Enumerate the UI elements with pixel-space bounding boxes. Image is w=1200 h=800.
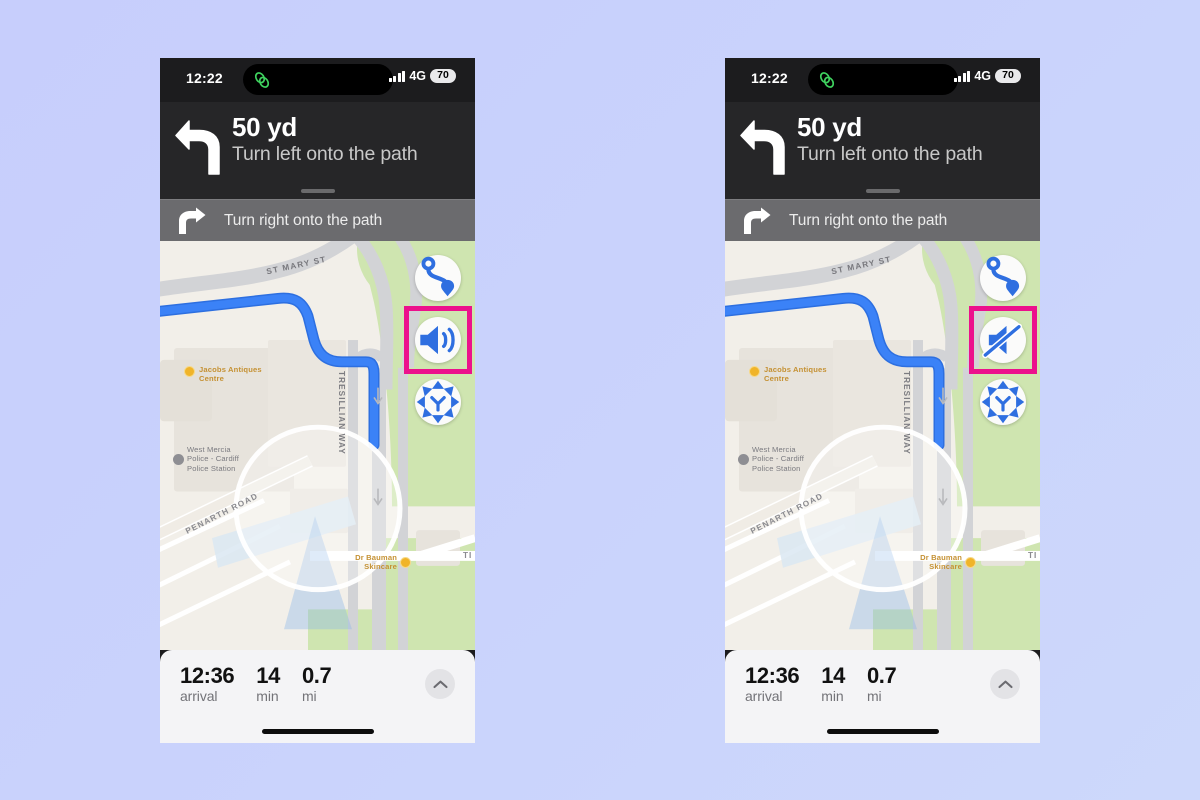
battery-badge: 70 — [430, 69, 456, 83]
recenter-3d-button[interactable] — [980, 379, 1026, 425]
police-pin-icon — [738, 454, 749, 465]
maneuver-instruction: Turn left onto the path — [797, 143, 983, 166]
eta-arrival-value: 12:36 — [180, 663, 235, 688]
map-canvas — [160, 241, 475, 650]
trip-summary-sheet[interactable]: 12:36 arrival 14 min 0.7 mi — [725, 650, 1040, 743]
route-overview-button[interactable] — [415, 255, 461, 301]
network-type: 4G — [974, 69, 991, 83]
maneuver-instruction: Turn left onto the path — [232, 143, 418, 166]
status-bar: 12:22 4G 70 — [725, 58, 1040, 102]
route-overview-icon — [421, 256, 455, 297]
trip-summary-sheet[interactable]: 12:36 arrival 14 min 0.7 mi — [160, 650, 475, 743]
eta-distance: 0.7 mi — [301, 663, 332, 705]
eta-distance-value: 0.7 — [301, 663, 332, 688]
next-step-instruction: Turn right onto the path — [224, 211, 383, 229]
next-step-instruction: Turn right onto the path — [789, 211, 948, 229]
status-time: 12:22 — [751, 70, 788, 86]
eta-distance-value: 0.7 — [866, 663, 897, 688]
status-indicators: 4G 70 — [953, 69, 1021, 83]
eta-arrival-value: 12:36 — [745, 663, 800, 688]
screenshot-canvas: 12:22 4G 70 50 yd Turn left onto the pat… — [0, 0, 1200, 800]
recenter-3d-button[interactable] — [415, 379, 461, 425]
banner-grabber[interactable] — [865, 189, 900, 193]
battery-badge: 70 — [995, 69, 1021, 83]
cellular-bars-icon — [388, 70, 406, 82]
maneuver-row: 50 yd Turn left onto the path — [725, 112, 1040, 176]
eta-group: 12:36 arrival 14 min 0.7 mi — [180, 663, 332, 705]
eta-duration-label: min — [256, 688, 279, 705]
eta-duration-value: 14 — [821, 663, 845, 688]
eta-duration: 14 min — [256, 664, 280, 704]
compass-expand-icon — [416, 380, 460, 424]
eta-duration-label: min — [821, 688, 844, 705]
facetime-link-icon — [819, 71, 834, 88]
sound-toggle-button[interactable] — [415, 317, 461, 363]
skincare-pin-icon — [965, 557, 976, 568]
eta-duration-value: 14 — [256, 663, 280, 688]
next-step-row[interactable]: Turn right onto the path — [160, 199, 475, 241]
status-time: 12:22 — [186, 70, 223, 86]
dynamic-island — [242, 64, 393, 95]
map-view[interactable]: ST MARY ST TRESILLIAN WAY PENARTH ROAD T… — [725, 241, 1040, 650]
home-indicator — [826, 729, 939, 734]
turn-left-arrow-icon — [740, 120, 785, 175]
status-bar: 12:22 4G 70 — [160, 58, 475, 102]
route-overview-button[interactable] — [980, 255, 1026, 301]
skincare-pin-icon — [400, 557, 411, 568]
cellular-bars-icon — [953, 70, 971, 82]
map-canvas — [725, 241, 1040, 650]
compass-expand-icon — [981, 380, 1025, 424]
route-overview-icon — [986, 256, 1020, 297]
chevron-up-icon — [997, 680, 1013, 688]
next-step-row[interactable]: Turn right onto the path — [725, 199, 1040, 241]
expand-sheet-button[interactable] — [425, 669, 455, 699]
shop-pin-icon — [184, 366, 195, 377]
status-indicators: 4G 70 — [388, 69, 456, 83]
turn-right-arrow-icon — [179, 207, 206, 234]
eta-distance-label: mi — [301, 688, 317, 705]
sound-toggle-button[interactable] — [980, 317, 1026, 363]
banner-grabber[interactable] — [300, 189, 335, 193]
eta-arrival: 12:36 arrival — [180, 663, 235, 705]
map-view[interactable]: ST MARY ST TRESILLIAN WAY PENARTH ROAD T… — [160, 241, 475, 650]
maneuver-text: 50 yd Turn left onto the path — [228, 112, 418, 167]
maneuver-distance: 50 yd — [232, 112, 297, 142]
maneuver-banner[interactable]: 50 yd Turn left onto the path — [725, 102, 1040, 199]
speaker-slash-icon — [982, 323, 1023, 359]
facetime-link-icon — [254, 71, 269, 88]
home-indicator — [261, 729, 374, 734]
maneuver-row: 50 yd Turn left onto the path — [160, 112, 475, 176]
network-type: 4G — [409, 69, 426, 83]
police-pin-icon — [173, 454, 184, 465]
maneuver-distance: 50 yd — [797, 112, 862, 142]
turn-left-arrow-icon — [175, 120, 220, 175]
dynamic-island — [807, 64, 958, 95]
eta-distance-label: mi — [866, 688, 882, 705]
expand-sheet-button[interactable] — [990, 669, 1020, 699]
chevron-up-icon — [432, 680, 448, 688]
phone-right: 12:22 4G 70 50 yd Turn left onto the pat… — [725, 58, 1040, 743]
eta-duration: 14 min — [821, 664, 845, 704]
speaker-wave-icon — [420, 325, 455, 355]
eta-arrival-label: arrival — [180, 688, 218, 705]
phone-left: 12:22 4G 70 50 yd Turn left onto the pat… — [160, 58, 475, 743]
eta-arrival: 12:36 arrival — [745, 663, 800, 705]
turn-right-arrow-icon — [744, 207, 771, 234]
eta-arrival-label: arrival — [745, 688, 783, 705]
maneuver-banner[interactable]: 50 yd Turn left onto the path — [160, 102, 475, 199]
maneuver-text: 50 yd Turn left onto the path — [793, 112, 983, 167]
shop-pin-icon — [749, 366, 760, 377]
eta-distance: 0.7 mi — [866, 663, 897, 705]
eta-group: 12:36 arrival 14 min 0.7 mi — [745, 663, 897, 705]
